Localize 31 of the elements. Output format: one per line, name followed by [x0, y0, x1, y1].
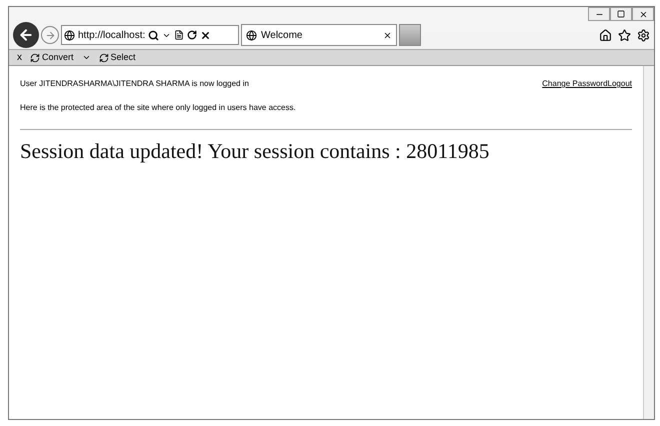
tab-title: Welcome	[261, 28, 304, 42]
close-tab-icon[interactable]	[383, 30, 392, 40]
settings-icon[interactable]	[637, 28, 650, 42]
close-bar-button[interactable]: x	[17, 52, 22, 62]
forward-button[interactable]	[41, 26, 59, 44]
notice-text: Here is the protected area of the site where only logged in users have access.	[20, 102, 297, 114]
nav-link[interactable]: Logout	[608, 78, 632, 90]
home-icon[interactable]	[599, 28, 612, 42]
nav-link[interactable]: Change Password	[542, 78, 608, 90]
globe-icon	[64, 30, 75, 40]
back-button[interactable]	[13, 22, 39, 48]
toolbar-button[interactable]: Select	[98, 52, 136, 62]
address-bar[interactable]: http://localhost:	[61, 25, 239, 45]
close-icon	[638, 10, 648, 18]
stop-icon[interactable]	[200, 30, 212, 40]
forward-arrow-icon	[44, 30, 56, 40]
close-button[interactable]	[632, 7, 654, 21]
page-icon[interactable]	[174, 30, 184, 40]
caret-icon	[82, 53, 91, 62]
globe-icon	[246, 30, 257, 40]
maximize-icon	[617, 10, 625, 18]
session-heading: Session data updated! Your session contains : 28011985	[20, 138, 490, 165]
refresh-icon[interactable]	[187, 30, 198, 40]
scrollbar[interactable]	[643, 66, 654, 419]
favorites-icon[interactable]	[618, 28, 631, 42]
search-icon[interactable]	[148, 30, 160, 40]
login-status-text: User JITENDRASHARMA\JITENDRA SHARMA is now logged in	[20, 78, 249, 90]
maximize-button[interactable]	[610, 7, 632, 21]
browser-tab[interactable]: Welcome	[241, 24, 397, 46]
toolbar-button[interactable]: Convert	[30, 52, 91, 62]
url-text: http://localhost:	[78, 28, 146, 42]
